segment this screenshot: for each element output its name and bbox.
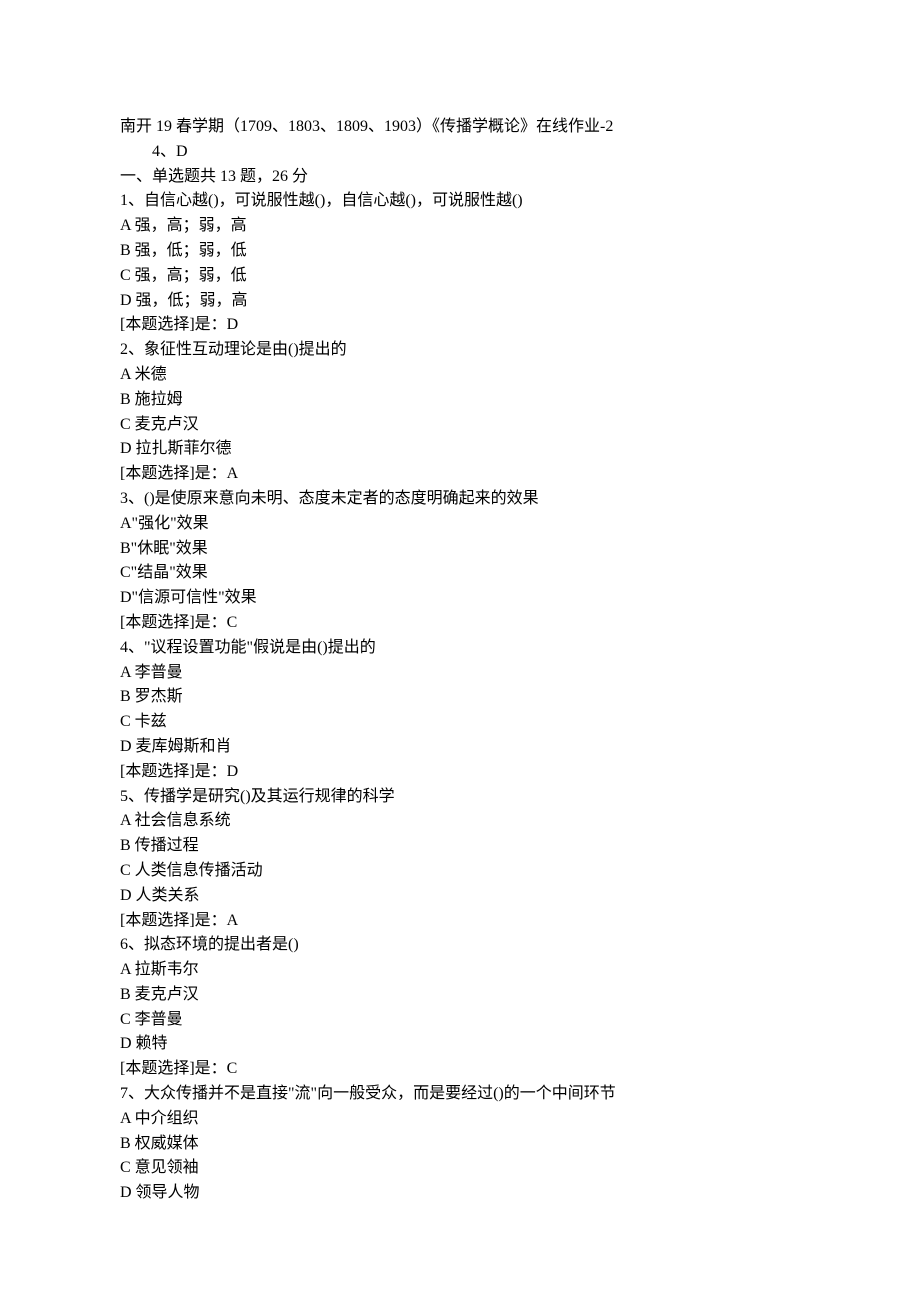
question-option: B 传播过程	[120, 834, 800, 859]
question-answer: [本题选择]是：C	[120, 611, 800, 636]
question-option: D 领导人物	[120, 1181, 800, 1206]
question-stem: 7、大众传播并不是直接"流"向一般受众，而是要经过()的一个中间环节	[120, 1082, 800, 1107]
question-option: A 米德	[120, 363, 800, 388]
question-stem: 6、拟态环境的提出者是()	[120, 933, 800, 958]
question-option: A 中介组织	[120, 1107, 800, 1132]
question-block: 6、拟态环境的提出者是() A 拉斯韦尔 B 麦克卢汉 C 李普曼 D 赖特 […	[120, 933, 800, 1082]
question-stem: 3、()是使原来意向未明、态度未定者的态度明确起来的效果	[120, 487, 800, 512]
question-option: A"强化"效果	[120, 512, 800, 537]
question-option: C 卡兹	[120, 710, 800, 735]
question-option: D 强，低；弱，高	[120, 289, 800, 314]
question-option: B 麦克卢汉	[120, 983, 800, 1008]
question-block: 1、自信心越()，可说服性越()，自信心越()，可说服性越() A 强，高；弱，…	[120, 189, 800, 338]
question-option: C"结晶"效果	[120, 561, 800, 586]
question-option: D 人类关系	[120, 884, 800, 909]
header-sub: 4、D	[120, 140, 800, 165]
question-option: B 施拉姆	[120, 388, 800, 413]
question-option: C 强，高；弱，低	[120, 264, 800, 289]
question-answer: [本题选择]是：D	[120, 760, 800, 785]
question-option: B 权威媒体	[120, 1132, 800, 1157]
question-answer: [本题选择]是：A	[120, 909, 800, 934]
question-option: A 李普曼	[120, 661, 800, 686]
question-block: 5、传播学是研究()及其运行规律的科学 A 社会信息系统 B 传播过程 C 人类…	[120, 785, 800, 934]
question-answer: [本题选择]是：D	[120, 313, 800, 338]
question-block: 3、()是使原来意向未明、态度未定者的态度明确起来的效果 A"强化"效果 B"休…	[120, 487, 800, 636]
question-option: D 赖特	[120, 1032, 800, 1057]
question-stem: 1、自信心越()，可说服性越()，自信心越()，可说服性越()	[120, 189, 800, 214]
question-option: C 李普曼	[120, 1008, 800, 1033]
question-block: 7、大众传播并不是直接"流"向一般受众，而是要经过()的一个中间环节 A 中介组…	[120, 1082, 800, 1206]
question-option: D"信源可信性"效果	[120, 586, 800, 611]
question-option: A 强，高；弱，高	[120, 214, 800, 239]
question-block: 4、"议程设置功能"假说是由()提出的 A 李普曼 B 罗杰斯 C 卡兹 D 麦…	[120, 636, 800, 785]
question-option: D 拉扎斯菲尔德	[120, 437, 800, 462]
question-stem: 4、"议程设置功能"假说是由()提出的	[120, 636, 800, 661]
question-option: C 意见领袖	[120, 1156, 800, 1181]
document-title: 南开 19 春学期（1709、1803、1809、1903）《传播学概论》在线作…	[120, 115, 800, 140]
question-option: D 麦库姆斯和肖	[120, 735, 800, 760]
question-option: A 社会信息系统	[120, 809, 800, 834]
question-block: 2、象征性互动理论是由()提出的 A 米德 B 施拉姆 C 麦克卢汉 D 拉扎斯…	[120, 338, 800, 487]
question-option: A 拉斯韦尔	[120, 958, 800, 983]
question-option: B 罗杰斯	[120, 685, 800, 710]
question-option: B 强，低；弱，低	[120, 239, 800, 264]
question-stem: 5、传播学是研究()及其运行规律的科学	[120, 785, 800, 810]
section-title: 一、单选题共 13 题，26 分	[120, 165, 800, 190]
question-option: C 人类信息传播活动	[120, 859, 800, 884]
question-option: B"休眠"效果	[120, 537, 800, 562]
question-stem: 2、象征性互动理论是由()提出的	[120, 338, 800, 363]
question-option: C 麦克卢汉	[120, 413, 800, 438]
question-answer: [本题选择]是：A	[120, 462, 800, 487]
question-answer: [本题选择]是：C	[120, 1057, 800, 1082]
